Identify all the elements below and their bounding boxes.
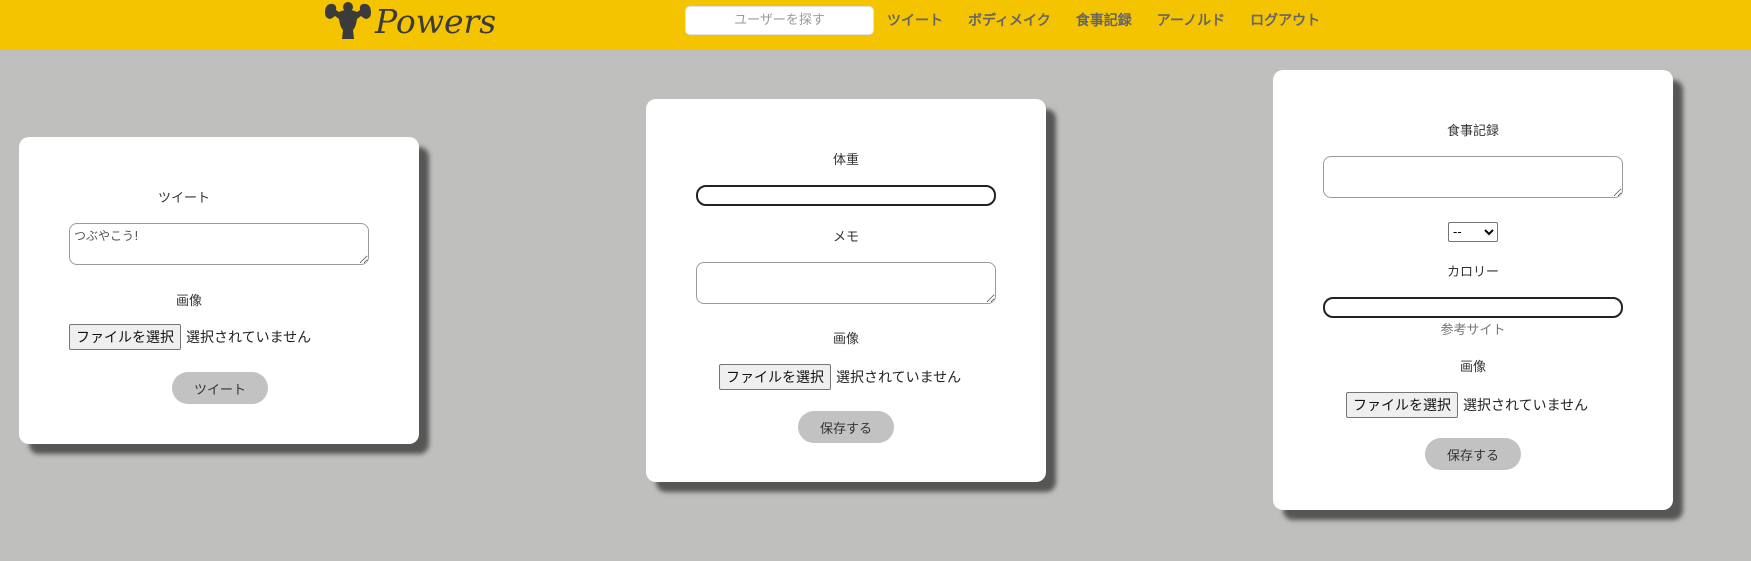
tweet-file-input[interactable]: ファイルを選択 選択されていません [69, 324, 311, 350]
meal-textarea[interactable] [1323, 156, 1623, 198]
calorie-label: カロリー [1446, 265, 1499, 280]
nav-arnold-link[interactable]: アーノルド [1157, 10, 1225, 30]
nav-logout-link[interactable]: ログアウト [1250, 10, 1320, 30]
tweet-form-card: ツイート 画像 ファイルを選択 選択されていません ツイート [19, 137, 419, 444]
search-input[interactable] [685, 6, 874, 35]
nav-meal-record-link[interactable]: 食事記録 [1076, 10, 1132, 30]
header-bar: Powers ツイート ボディメイク 食事記録 アーノルド ログアウト [0, 0, 1751, 50]
logo[interactable]: Powers [323, 0, 496, 42]
tweet-file-status: 選択されていません [186, 330, 312, 346]
tweet-submit-button[interactable]: ツイート [172, 372, 268, 404]
body-image-label: 画像 [832, 332, 859, 347]
meal-type-select[interactable]: -- [1448, 222, 1498, 242]
calorie-input[interactable] [1323, 297, 1623, 318]
meal-file-button[interactable]: ファイルを選択 [1346, 392, 1458, 418]
body-submit-button[interactable]: 保存する [798, 411, 894, 443]
meal-image-label: 画像 [1459, 360, 1486, 375]
nav-bodymake-link[interactable]: ボディメイク [968, 10, 1051, 30]
memo-textarea[interactable] [696, 262, 996, 304]
body-file-status: 選択されていません [836, 370, 962, 386]
body-file-button[interactable]: ファイルを選択 [719, 364, 831, 390]
muscle-figure-icon [323, 1, 373, 41]
tweet-form-title: ツイート [157, 191, 210, 206]
tweet-image-label: 画像 [175, 294, 202, 309]
main-nav: ツイート ボディメイク 食事記録 アーノルド ログアウト [887, 10, 1345, 30]
meal-submit-button[interactable]: 保存する [1425, 438, 1521, 470]
meal-file-input[interactable]: ファイルを選択 選択されていません [1346, 392, 1588, 418]
meal-form-title: 食事記録 [1446, 124, 1499, 139]
weight-label: 体重 [832, 153, 859, 168]
nav-tweet-link[interactable]: ツイート [887, 10, 943, 30]
meal-file-status: 選択されていません [1463, 398, 1589, 414]
tweet-file-button[interactable]: ファイルを選択 [69, 324, 181, 350]
tweet-textarea[interactable] [69, 223, 369, 265]
body-file-input[interactable]: ファイルを選択 選択されていません [719, 364, 961, 390]
logo-text: Powers [375, 1, 497, 41]
weight-input[interactable] [696, 185, 996, 206]
body-form-card: 体重 メモ 画像 ファイルを選択 選択されていません 保存する [646, 99, 1046, 482]
reference-site-link[interactable]: 参考サイト [1273, 319, 1673, 338]
meal-form-card: 食事記録 -- カロリー 参考サイト 画像 ファイルを選択 選択されていません … [1273, 70, 1673, 510]
memo-label: メモ [832, 230, 859, 245]
